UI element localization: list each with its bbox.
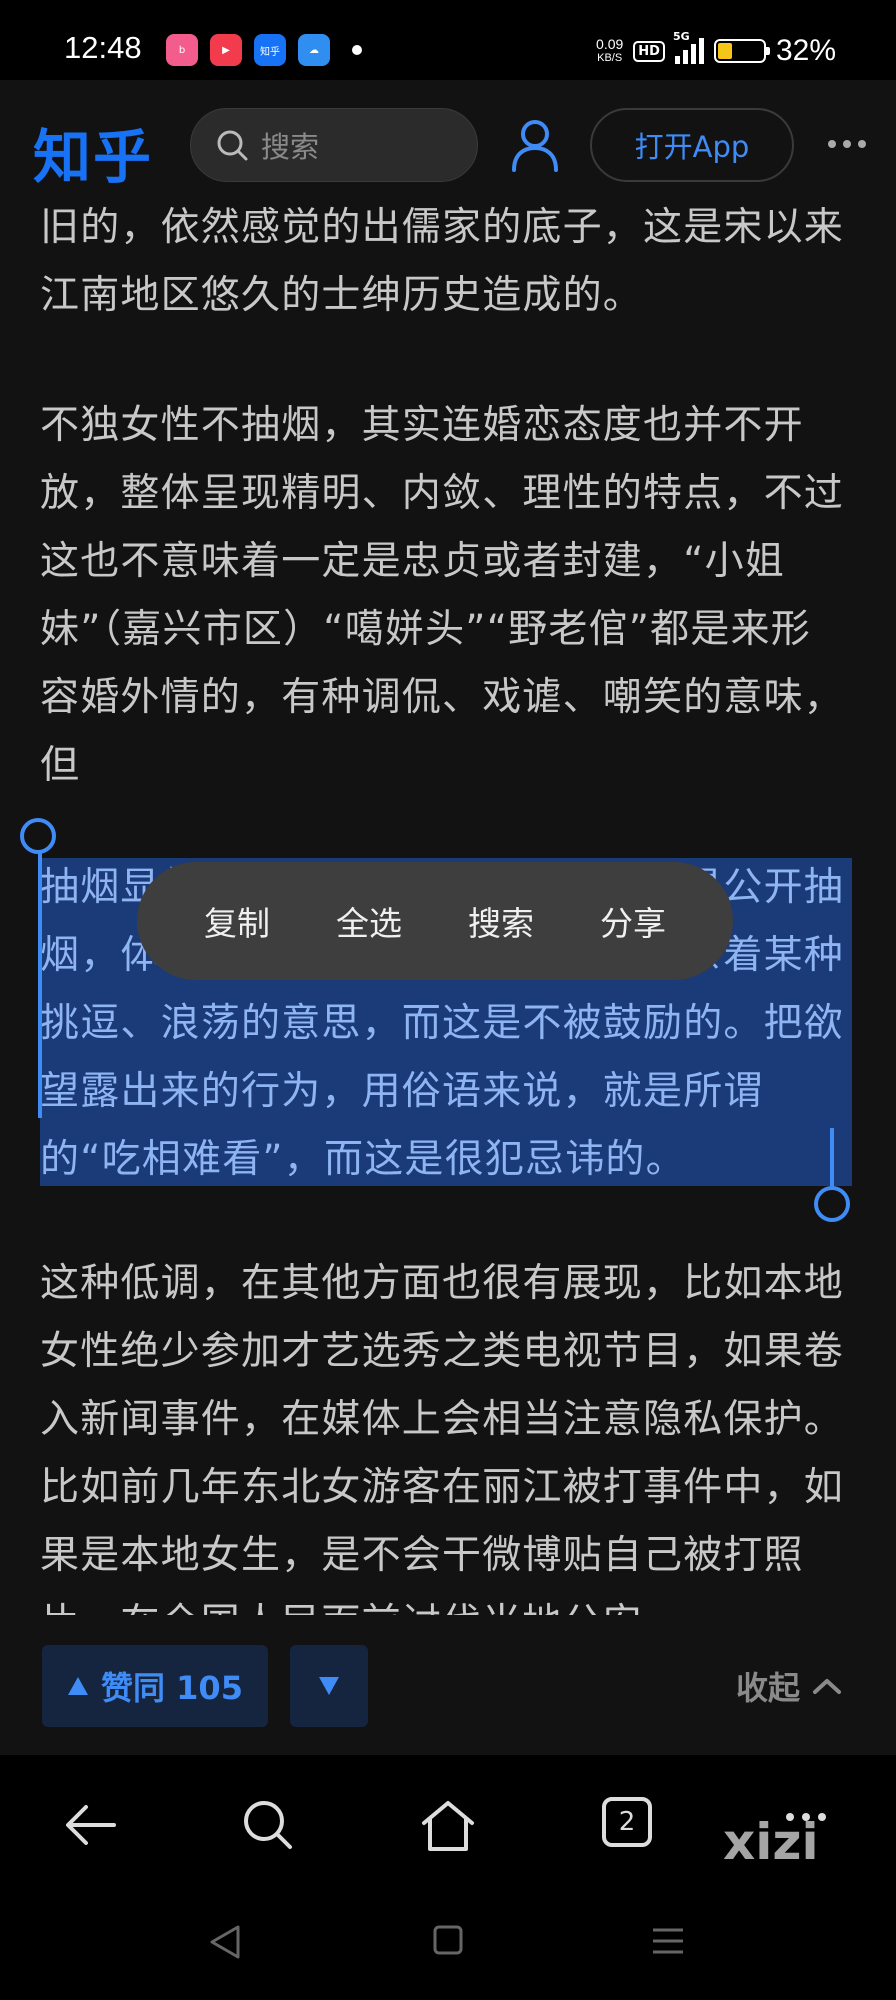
battery-level: [717, 43, 733, 59]
triangle-down-icon: [319, 1677, 339, 1695]
network-speed: 0.09 KB/S: [596, 37, 623, 65]
battery-percent: 32%: [775, 34, 836, 67]
selection-end-handle[interactable]: [814, 1186, 850, 1222]
system-navigation-bar: [0, 1890, 896, 2000]
chevron-up-icon: [813, 1679, 841, 1694]
home-icon[interactable]: [418, 1795, 478, 1855]
network-type: 5G: [672, 30, 690, 43]
select-all-menu-item[interactable]: 全选: [336, 897, 402, 945]
network-speed-value: 0.09: [596, 36, 624, 52]
search-icon[interactable]: [238, 1795, 298, 1855]
downvote-button[interactable]: [290, 1645, 368, 1727]
signal-icon: 5G: [673, 30, 704, 64]
more-notifications-dot: [352, 45, 362, 55]
zhihu-icon: 知乎: [254, 34, 286, 66]
tabs-button[interactable]: 2: [602, 1797, 652, 1847]
status-time: 12:48: [64, 30, 142, 65]
system-back-icon[interactable]: [208, 1924, 242, 1960]
paragraph-2: 不独女性不抽烟，其实连婚恋态度也并不开放，整体呈现精明、内敛、理性的特点，不过这…: [40, 403, 845, 788]
open-app-button[interactable]: 打开App: [590, 108, 794, 182]
notification-icons: b ▶ 知乎 ☁: [166, 34, 362, 66]
system-recents-icon[interactable]: [650, 1926, 686, 1956]
network-speed-unit: KB/S: [597, 52, 623, 64]
system-home-icon[interactable]: [432, 1924, 464, 1956]
collapse-button[interactable]: 收起: [736, 1663, 842, 1709]
search-placeholder: 搜索: [261, 130, 320, 164]
copy-menu-item[interactable]: 复制: [204, 897, 270, 945]
upvote-label: 赞同 105: [101, 1669, 243, 1707]
article-content: 旧的，依然感觉的出儒家的底子，这是宋以来江南地区悠久的士绅历史造成的。 不独女性…: [0, 200, 896, 1615]
share-menu-item[interactable]: 分享: [600, 897, 666, 945]
weather-icon: ☁: [298, 34, 330, 66]
video-icon: ▶: [210, 34, 242, 66]
collapse-label: 收起: [735, 1669, 800, 1707]
search-input[interactable]: 搜索: [190, 108, 478, 182]
paragraph-1: 旧的，依然感觉的出儒家的底子，这是宋以来江南地区悠久的士绅历史造成的。: [40, 205, 845, 318]
bilibili-icon: b: [166, 34, 198, 66]
zhihu-icon-label: 知乎: [260, 46, 280, 58]
hd-icon: HD: [633, 40, 665, 62]
answer-action-bar: 赞同 105 收起: [0, 1615, 896, 1755]
status-bar: 12:48 b ▶ 知乎 ☁ 0.09 KB/S HD 5G 32%: [0, 0, 896, 80]
user-icon[interactable]: [510, 118, 560, 172]
selection-start-line: [38, 836, 42, 1118]
text-context-menu: 复制 全选 搜索 分享: [137, 862, 733, 980]
upvote-button[interactable]: 赞同 105: [42, 1645, 268, 1727]
battery-icon: [713, 39, 770, 63]
search-menu-item[interactable]: 搜索: [468, 897, 534, 945]
status-indicators: 0.09 KB/S HD 5G 32%: [596, 30, 836, 68]
watermark: xizi: [723, 1813, 819, 1871]
zhihu-logo[interactable]: 知乎: [33, 110, 153, 194]
more-options-icon[interactable]: [828, 140, 866, 148]
triangle-up-icon: [68, 1677, 89, 1695]
browser-toolbar: 2 xizi: [0, 1755, 896, 1890]
back-arrow-icon[interactable]: [60, 1795, 120, 1855]
search-icon: [217, 130, 248, 161]
selection-start-handle[interactable]: [20, 818, 56, 854]
site-header: 知乎 搜索 打开App: [0, 80, 896, 210]
paragraph-4: 这种低调，在其他方面也很有展现，比如本地女性绝少参加才艺选秀之类电视节目，如果卷…: [40, 1261, 845, 1615]
